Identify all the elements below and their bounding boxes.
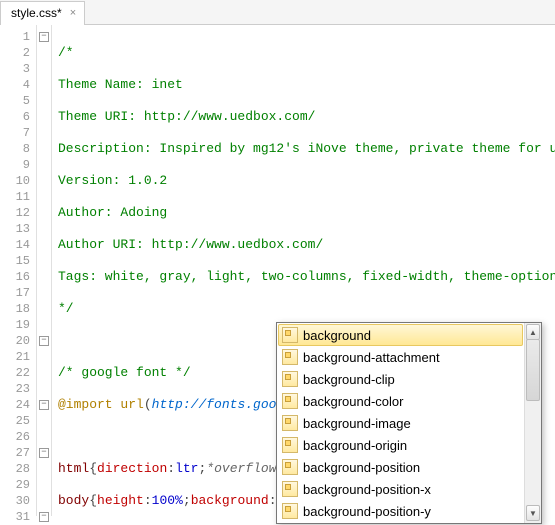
line-number: 13 <box>8 221 30 237</box>
autocomplete-item[interactable]: background-position-y <box>278 500 523 522</box>
line-number: 11 <box>8 189 30 205</box>
comment: Description: Inspired by mg12's iNove th… <box>58 141 555 156</box>
autocomplete-item[interactable]: background-image <box>278 412 523 434</box>
line-number: 2 <box>8 45 30 61</box>
line-number: 21 <box>8 349 30 365</box>
line-number: 14 <box>8 237 30 253</box>
autocomplete-list: background background-attachment backgro… <box>277 323 524 523</box>
line-number: 8 <box>8 141 30 157</box>
line-number: 4 <box>8 77 30 93</box>
scroll-up-icon[interactable]: ▲ <box>526 324 540 340</box>
close-icon[interactable]: × <box>68 7 78 19</box>
line-number: 20 <box>8 333 30 349</box>
line-number: 23 <box>8 381 30 397</box>
line-number: 19 <box>8 317 30 333</box>
line-number: 6 <box>8 109 30 125</box>
comment: */ <box>58 301 74 316</box>
line-number: 9 <box>8 157 30 173</box>
line-number: 5 <box>8 93 30 109</box>
line-number: 18 <box>8 301 30 317</box>
line-number: 10 <box>8 173 30 189</box>
comment: Theme Name: inet <box>58 77 183 92</box>
autocomplete-item[interactable]: background-origin <box>278 434 523 456</box>
autocomplete-item[interactable]: background <box>278 324 523 346</box>
line-number: 22 <box>8 365 30 381</box>
line-number: 1 <box>8 29 30 45</box>
line-number-gutter: 1 2 3 4 5 6 7 8 9 10 11 12 13 14 15 16 1… <box>0 25 37 516</box>
tab-label: style.css* <box>11 6 62 20</box>
fold-toggle[interactable]: − <box>39 32 49 42</box>
comment: /* google font */ <box>58 365 191 380</box>
css-selector: html <box>58 461 89 476</box>
at-import: @import <box>58 397 113 412</box>
property-icon <box>282 327 298 343</box>
line-number: 31 <box>8 509 30 525</box>
comment: Author URI: http://www.uedbox.com/ <box>58 237 323 252</box>
line-number: 15 <box>8 253 30 269</box>
line-number: 7 <box>8 125 30 141</box>
line-number: 30 <box>8 493 30 509</box>
scroll-thumb[interactable] <box>526 339 540 401</box>
autocomplete-item[interactable]: background-position <box>278 456 523 478</box>
tab-bar: style.css* × <box>0 0 555 25</box>
line-number: 24 <box>8 397 30 413</box>
autocomplete-item[interactable]: background-attachment <box>278 346 523 368</box>
autocomplete-scrollbar[interactable]: ▲ ▼ <box>524 323 541 523</box>
property-icon <box>282 371 298 387</box>
property-icon <box>282 503 298 519</box>
css-selector: body <box>58 493 89 508</box>
line-number: 27 <box>8 445 30 461</box>
fold-toggle[interactable]: − <box>39 400 49 410</box>
comment: Version: 1.0.2 <box>58 173 167 188</box>
autocomplete-item[interactable]: background-position-x <box>278 478 523 500</box>
line-number: 29 <box>8 477 30 493</box>
property-icon <box>282 437 298 453</box>
fold-toggle[interactable]: − <box>39 448 49 458</box>
property-icon <box>282 393 298 409</box>
comment: /* <box>58 45 74 60</box>
tab-stylecss[interactable]: style.css* × <box>0 1 85 25</box>
line-number: 3 <box>8 61 30 77</box>
comment: Author: Adoing <box>58 205 167 220</box>
comment: Tags: white, gray, light, two-columns, f… <box>58 269 555 284</box>
property-icon <box>282 459 298 475</box>
property-icon <box>282 481 298 497</box>
comment: Theme URI: http://www.uedbox.com/ <box>58 109 315 124</box>
autocomplete-popup[interactable]: background background-attachment backgro… <box>276 322 542 524</box>
property-icon <box>282 349 298 365</box>
line-number: 28 <box>8 461 30 477</box>
line-number: 26 <box>8 429 30 445</box>
fold-gutter: − − − − − <box>37 25 52 516</box>
line-number: 17 <box>8 285 30 301</box>
code-editor[interactable]: 1 2 3 4 5 6 7 8 9 10 11 12 13 14 15 16 1… <box>0 25 555 516</box>
autocomplete-item[interactable]: background-color <box>278 390 523 412</box>
property-icon <box>282 415 298 431</box>
autocomplete-item[interactable]: background-clip <box>278 368 523 390</box>
line-number: 16 <box>8 269 30 285</box>
scroll-down-icon[interactable]: ▼ <box>526 505 540 521</box>
fold-toggle[interactable]: − <box>39 512 49 522</box>
line-number: 25 <box>8 413 30 429</box>
fold-toggle[interactable]: − <box>39 336 49 346</box>
line-number: 12 <box>8 205 30 221</box>
